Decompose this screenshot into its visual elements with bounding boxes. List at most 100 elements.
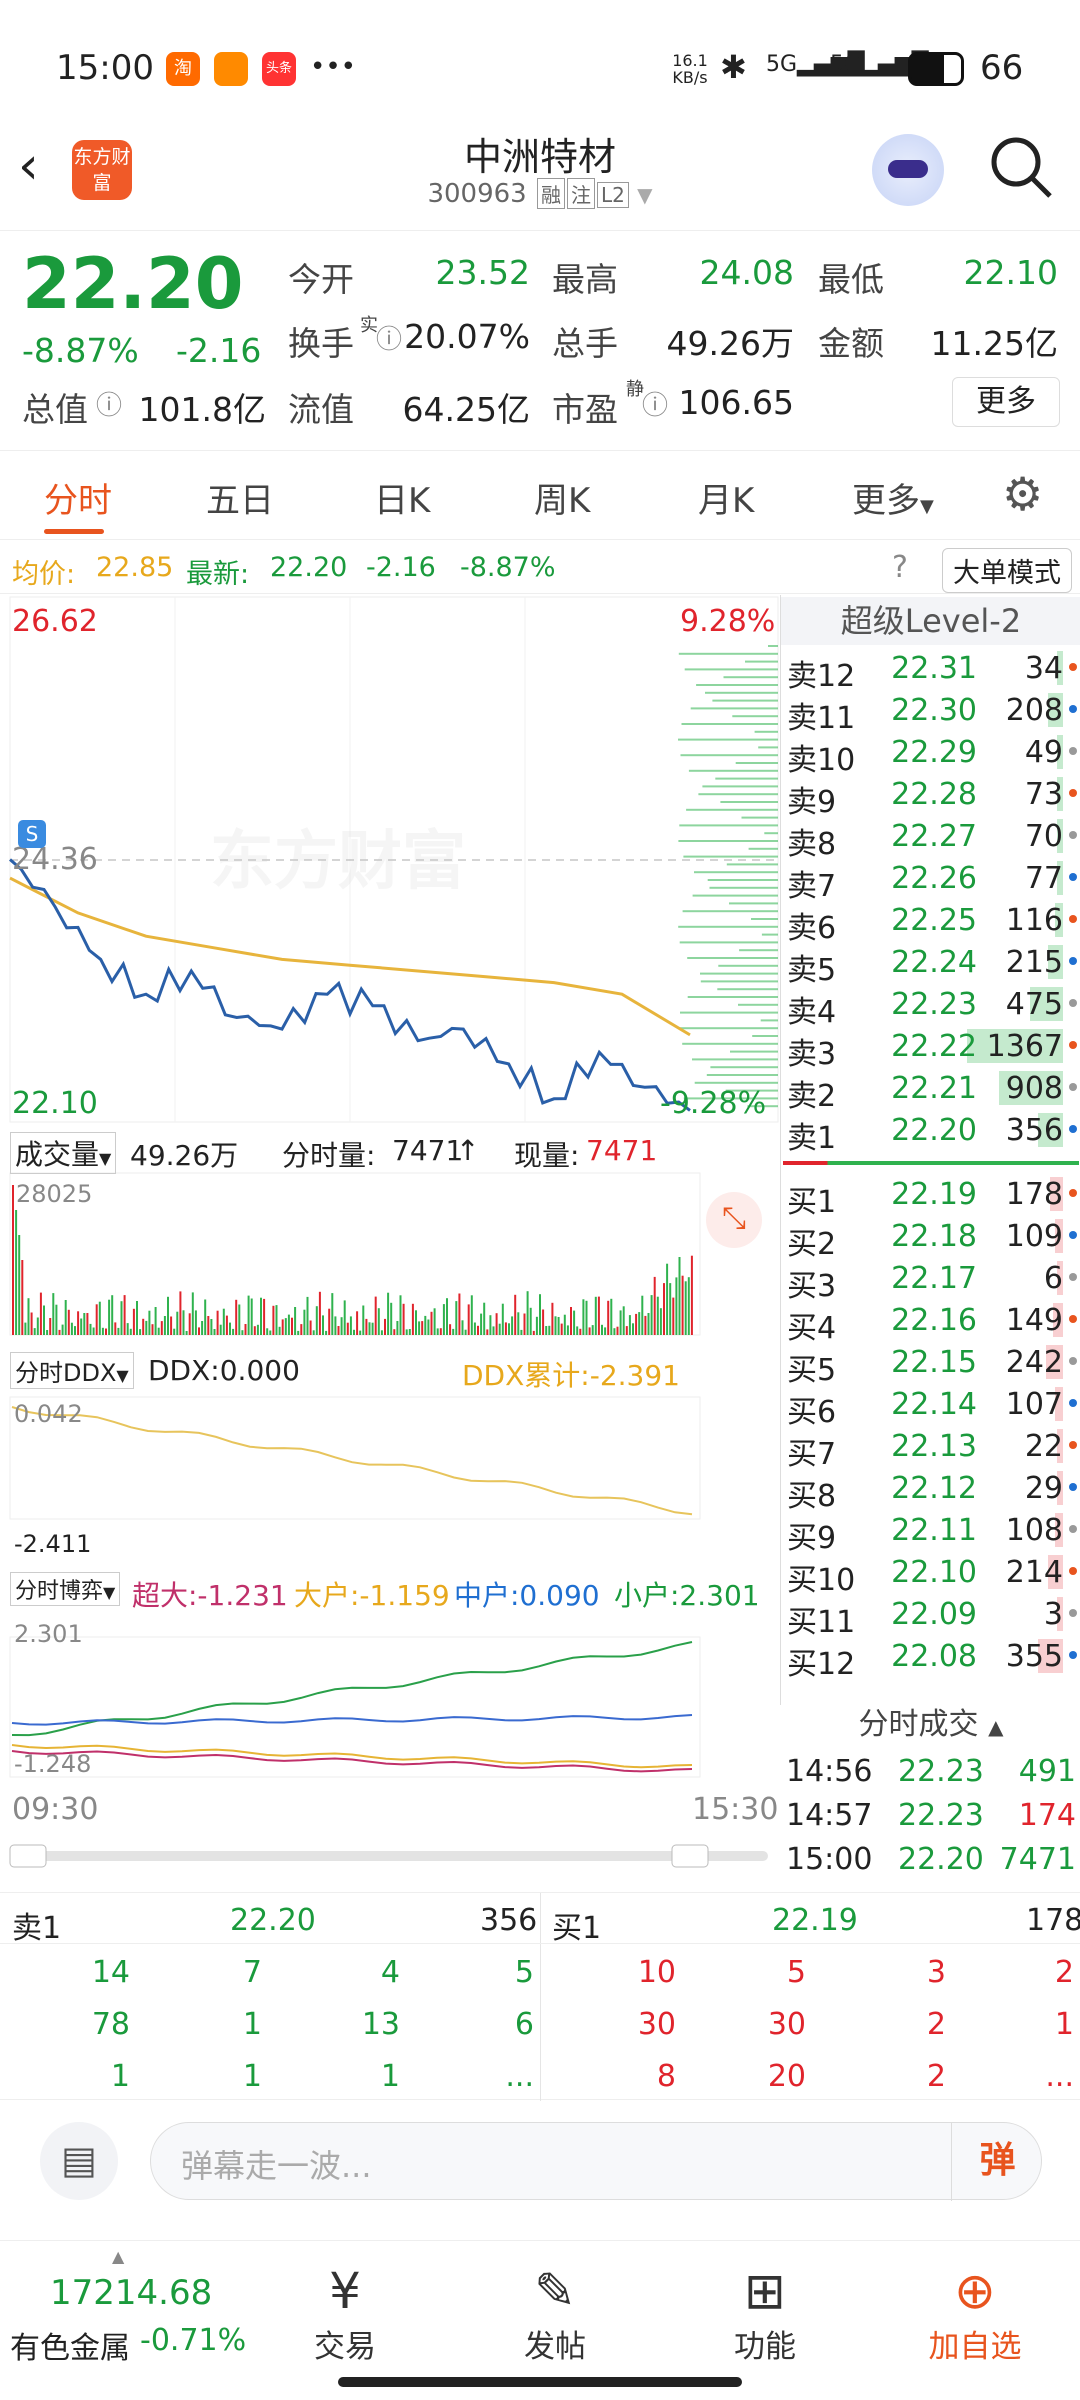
- ddx-value: DDX:0.000: [148, 1354, 300, 1387]
- volume-bar: [207, 1316, 210, 1335]
- ask-row[interactable]: 卖11 22.30 208: [787, 689, 1077, 736]
- bid-row[interactable]: 买5 22.15 242: [787, 1341, 1077, 1388]
- volume-bar: [61, 1324, 64, 1335]
- ask-row[interactable]: 卖7 22.26 77: [787, 857, 1077, 904]
- expand-icon[interactable]: ⤡: [706, 1192, 762, 1248]
- mid-value: 中户:0.090: [454, 1579, 600, 1612]
- index-value: 17214.68: [50, 2273, 213, 2313]
- order-dot: [1069, 705, 1077, 713]
- open-value: 23.52: [435, 253, 530, 292]
- big-order-bar: [681, 723, 778, 725]
- settings-gear-icon[interactable]: ⚙: [1002, 467, 1043, 521]
- intraday-chart[interactable]: [0, 595, 780, 1885]
- index-widget[interactable]: ▲ 17214.68 有色金属 -0.71%: [0, 2247, 250, 2381]
- volume-bar: [604, 1327, 607, 1335]
- nav-add-watchlist[interactable]: ⊕ 加自选: [900, 2261, 1050, 2366]
- bid-row[interactable]: 买6 22.14 107: [787, 1383, 1077, 1430]
- volume-bar: [638, 1312, 641, 1335]
- ask-price: 22.26: [891, 861, 977, 896]
- bid-row[interactable]: 买11 22.09 3: [787, 1593, 1077, 1640]
- ask-row[interactable]: 卖1 22.20 356: [787, 1109, 1077, 1156]
- bid-volume: 22: [1024, 1429, 1063, 1464]
- bid-row[interactable]: 买12 22.08 355: [787, 1635, 1077, 1682]
- tab-more[interactable]: 更多▼: [852, 473, 934, 522]
- ask-row[interactable]: 卖2 22.21 908: [787, 1067, 1077, 1114]
- danmaku-settings-icon[interactable]: ▤: [40, 2122, 118, 2200]
- float-value: 64.25亿: [402, 390, 530, 429]
- bid-row[interactable]: 买2 22.18 109: [787, 1215, 1077, 1262]
- volume-bar: [306, 1296, 309, 1335]
- big-order-bar: [739, 949, 778, 952]
- ask-row[interactable]: 卖8 22.27 70: [787, 815, 1077, 862]
- ddx-select[interactable]: 分时DDX▼: [10, 1352, 134, 1389]
- ask-price: 22.20: [891, 1113, 977, 1148]
- stock-header: ‹ 东方财富 中洲特材 300963 融注 L2 ▼: [0, 120, 1080, 230]
- game-select[interactable]: 分时博弈▼: [10, 1572, 121, 1606]
- bid-row[interactable]: 买7 22.13 22: [787, 1425, 1077, 1472]
- volume-bar: [362, 1305, 365, 1335]
- level2-orderbook[interactable]: 超级Level-2 卖12 22.31 34 卖11 22.30 208 卖10 22.29 4…: [780, 595, 1080, 1742]
- mktcap-info-icon[interactable]: ⓘ: [96, 385, 122, 422]
- trades-title[interactable]: 分时成交 ▲: [781, 1699, 1080, 1743]
- nav-post[interactable]: ✎ 发帖: [480, 2261, 630, 2366]
- tab-monthly[interactable]: 月K: [698, 473, 754, 522]
- volume-bar: [225, 1315, 228, 1335]
- volume-bar: [365, 1318, 368, 1335]
- ask-row[interactable]: 卖10 22.29 49: [787, 731, 1077, 778]
- big-order-mode-button[interactable]: 大单模式: [942, 548, 1072, 593]
- tab-daily[interactable]: 日K: [374, 473, 430, 522]
- bid-row[interactable]: 买1 22.19 178: [787, 1173, 1077, 1220]
- ask-row[interactable]: 卖12 22.31 34: [787, 647, 1077, 694]
- bid-row[interactable]: 买4 22.16 149: [787, 1299, 1077, 1346]
- danmaku-send-button[interactable]: 弹: [951, 2123, 1043, 2201]
- big-order-bar: [741, 816, 778, 819]
- more-button[interactable]: 更多: [952, 377, 1060, 427]
- bid-row[interactable]: 买3 22.17 6: [787, 1257, 1077, 1304]
- nav-trade[interactable]: ¥ 交易: [270, 2261, 420, 2366]
- bid-row[interactable]: 买10 22.10 214: [787, 1551, 1077, 1598]
- big-order-bar: [694, 871, 778, 874]
- status-time: 15:00: [56, 48, 154, 88]
- danmaku-input[interactable]: 弹幕走一波... 弹: [150, 2122, 1043, 2201]
- help-icon[interactable]: ?: [892, 550, 908, 585]
- search-icon[interactable]: [988, 134, 1054, 200]
- volume-bar: [201, 1321, 204, 1335]
- big-order-bar: [748, 847, 778, 850]
- trade-volume: 7471: [999, 1842, 1076, 1877]
- home-indicator: [338, 2377, 742, 2387]
- bid-row[interactable]: 买8 22.12 29: [787, 1467, 1077, 1514]
- volume-bar: [470, 1295, 473, 1335]
- ask-volume: 77: [1024, 861, 1063, 896]
- summary-cell: 30: [767, 2007, 806, 2042]
- ask-volume: 908: [1005, 1071, 1063, 1106]
- ask-row[interactable]: 卖9 22.28 73: [787, 773, 1077, 820]
- volume-bar: [185, 1331, 188, 1335]
- ask-row[interactable]: 卖5 22.24 215: [787, 941, 1077, 988]
- robot-assistant-icon[interactable]: [872, 134, 944, 206]
- amount-label: 金额: [818, 324, 884, 363]
- nav-functions[interactable]: ⊞ 功能: [690, 2261, 840, 2366]
- volume-bar: [253, 1326, 256, 1335]
- bid-row[interactable]: 买9 22.11 108: [787, 1509, 1077, 1556]
- volume-bar: [154, 1307, 157, 1335]
- volume-bar: [632, 1323, 634, 1335]
- volume-max-label: 28025: [16, 1180, 93, 1208]
- ask-row[interactable]: 卖4 22.23 475: [787, 983, 1077, 1030]
- ask-row[interactable]: 卖3 22.22 1367: [787, 1025, 1077, 1072]
- ask-row[interactable]: 卖6 22.25 116: [787, 899, 1077, 946]
- summary-cell: 2: [1054, 1955, 1074, 1990]
- tab-five-day[interactable]: 五日: [206, 473, 274, 522]
- volume-bar: [424, 1315, 427, 1335]
- volume-bar: [92, 1327, 95, 1335]
- volume-bar: [148, 1310, 151, 1335]
- signal-s-icon[interactable]: S: [18, 820, 46, 848]
- volume-select[interactable]: 成交量▼: [10, 1132, 117, 1174]
- tab-intraday[interactable]: 分时: [44, 473, 112, 522]
- volume-bar: [89, 1323, 92, 1335]
- volume-bar: [247, 1295, 250, 1335]
- volume-bar: [163, 1316, 166, 1335]
- mid-investor-line: [11, 1714, 693, 1726]
- volume-bar: [55, 1304, 58, 1335]
- more-dots: •••: [310, 52, 357, 82]
- tab-weekly[interactable]: 周K: [534, 473, 590, 522]
